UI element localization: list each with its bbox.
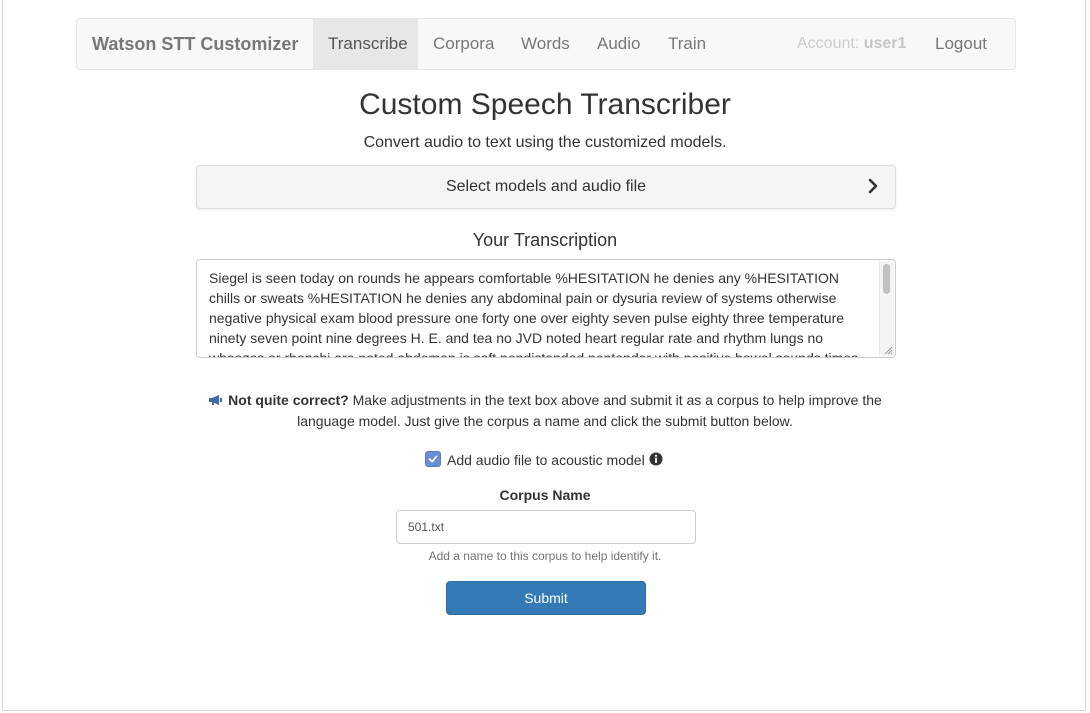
transcription-textarea[interactable]: Siegel is seen today on rounds he appear… <box>196 259 896 358</box>
chevron-right-icon <box>868 178 878 194</box>
corpus-help-text: Add a name to this corpus to help identi… <box>428 549 662 563</box>
checkmark-icon <box>428 455 438 463</box>
nav-tab-corpora[interactable]: Corpora <box>418 19 509 69</box>
select-models-label: Select models and audio file <box>445 178 647 195</box>
nav-tab-train[interactable]: Train <box>653 19 721 69</box>
account-info: Account: user1 <box>797 19 906 69</box>
textarea-scrollbar[interactable] <box>879 261 894 356</box>
nav-tab-words[interactable]: Words <box>506 19 585 69</box>
nav-tab-audio[interactable]: Audio <box>582 19 655 69</box>
acoustic-checkbox-label[interactable]: Add audio file to acoustic model <box>447 452 645 468</box>
resize-grip-icon[interactable] <box>883 345 893 355</box>
correction-note: Not quite correct? Make adjustments in t… <box>200 390 890 432</box>
brand-title[interactable]: Watson STT Customizer <box>92 19 298 69</box>
logout-link[interactable]: Logout <box>935 19 987 69</box>
corpus-name-label: Corpus Name <box>499 487 591 503</box>
note-text: Make adjustments in the text box above a… <box>297 392 882 429</box>
transcription-heading: Your Transcription <box>472 230 618 250</box>
account-username: user1 <box>863 35 907 52</box>
nav-tab-transcribe[interactable]: Transcribe <box>313 19 418 69</box>
submit-button[interactable]: Submit <box>446 581 646 615</box>
megaphone-icon <box>209 395 223 405</box>
account-label: Account: <box>797 35 860 52</box>
page-title: Custom Speech Transcriber <box>359 88 731 121</box>
corpus-name-input[interactable] <box>396 510 696 544</box>
note-bold: Not quite correct? <box>228 392 349 408</box>
acoustic-checkbox[interactable] <box>425 451 441 467</box>
navbar: Watson STT Customizer Transcribe Corpora… <box>76 18 1016 70</box>
scrollbar-thumb[interactable] <box>883 264 890 294</box>
transcription-text: Siegel is seen today on rounds he appear… <box>209 270 859 358</box>
page-subtitle: Convert audio to text using the customiz… <box>363 134 727 151</box>
info-icon[interactable] <box>649 452 663 466</box>
select-models-panel[interactable]: Select models and audio file <box>196 165 896 209</box>
